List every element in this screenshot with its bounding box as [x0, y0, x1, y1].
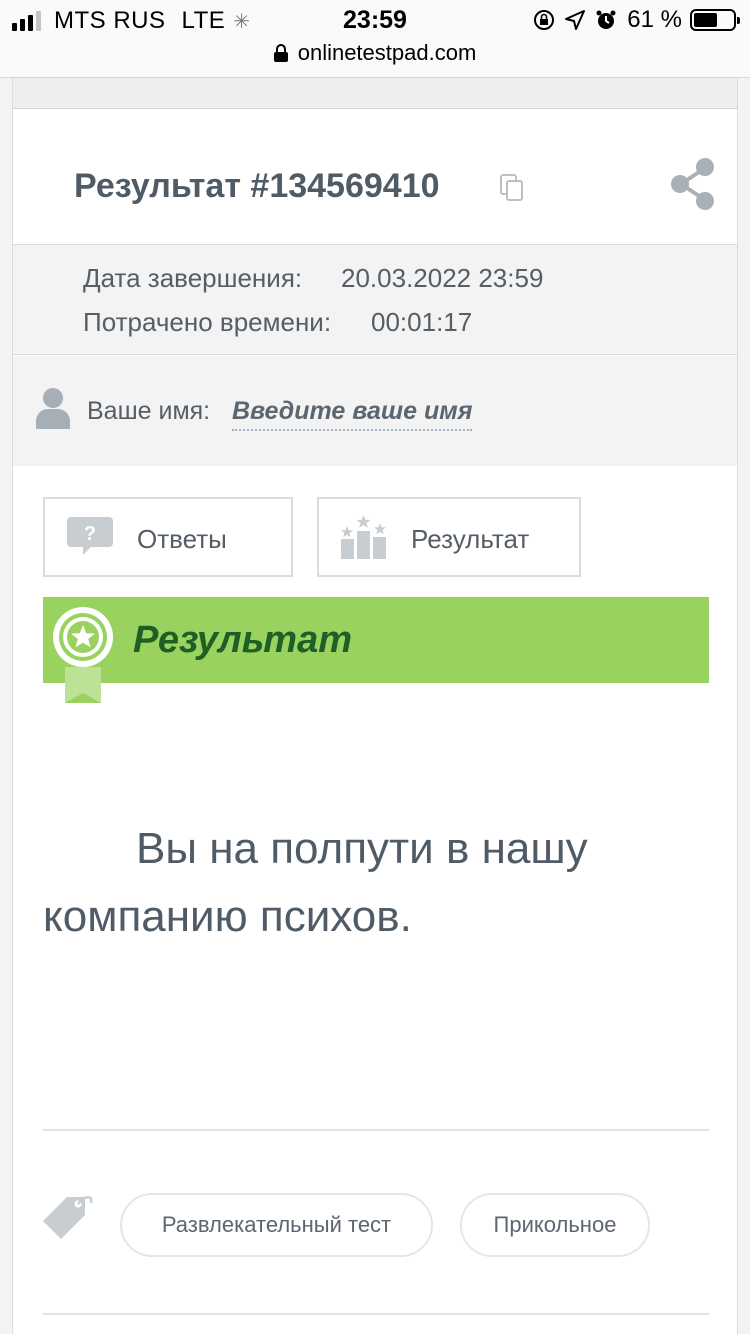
address-bar[interactable]: onlinetestpad.com: [0, 40, 750, 78]
answers-button[interactable]: ? Ответы: [43, 497, 293, 577]
result-button-label: Результат: [411, 524, 530, 554]
location-arrow-icon: [565, 10, 586, 30]
share-icon[interactable]: [669, 156, 717, 212]
tag-funny[interactable]: Прикольное: [460, 1193, 650, 1257]
copy-icon[interactable]: [499, 173, 525, 203]
screen-lock-icon: [534, 10, 555, 30]
page-title: Результат #134569410: [74, 167, 440, 205]
completion-label: Дата завершения:: [83, 263, 303, 293]
time-spent-label: Потрачено времени:: [83, 307, 332, 337]
top-strip: [12, 78, 738, 109]
url-text[interactable]: onlinetestpad.com: [298, 40, 477, 66]
lock-icon: [273, 44, 288, 62]
result-button[interactable]: Результат: [317, 497, 581, 577]
divider: [43, 1313, 709, 1315]
result-meta: Дата завершения: 20.03.2022 23:59 Потрач…: [13, 245, 737, 355]
tag-icon: [43, 1195, 93, 1239]
name-row: Ваше имя: Введите ваше имя: [13, 356, 737, 466]
alarm-icon: [596, 10, 616, 29]
divider: [43, 1129, 709, 1131]
result-header: Результат #134569410: [13, 109, 737, 245]
completion-row: Дата завершения: 20.03.2022 23:59: [83, 263, 543, 294]
banner-title: Результат: [133, 619, 353, 661]
award-badge-icon: [53, 607, 113, 703]
battery-percent: 61 %: [627, 6, 682, 33]
answers-button-label: Ответы: [137, 524, 227, 554]
page-background: Результат #134569410 Дата завершения: 20…: [0, 78, 750, 1334]
result-banner: Результат: [43, 597, 709, 703]
time-spent-value: 00:01:17: [371, 307, 473, 337]
user-avatar-icon: [36, 388, 70, 429]
tag-entertainment[interactable]: Развлекательный тест: [120, 1193, 433, 1257]
status-bar: MTS RUS LTE ✳ 23:59 61 %: [0, 0, 750, 40]
battery-icon: [690, 9, 740, 31]
completion-value: 20.03.2022 23:59: [341, 263, 544, 293]
time-spent-row: Потрачено времени: 00:01:17: [83, 307, 472, 338]
battery-fill: [694, 13, 718, 27]
svg-text:?: ?: [84, 523, 96, 545]
enter-name-link[interactable]: Введите ваше имя: [232, 397, 473, 431]
podium-stars-icon: [341, 515, 386, 559]
name-label: Ваше имя:: [87, 397, 211, 425]
result-card: Результат #134569410 Дата завершения: 20…: [12, 109, 738, 1334]
status-right: 61 %: [524, 6, 740, 34]
result-description: Вы на полпути в нашу компанию психов.: [43, 824, 588, 941]
question-bubble-icon: ?: [67, 517, 113, 555]
